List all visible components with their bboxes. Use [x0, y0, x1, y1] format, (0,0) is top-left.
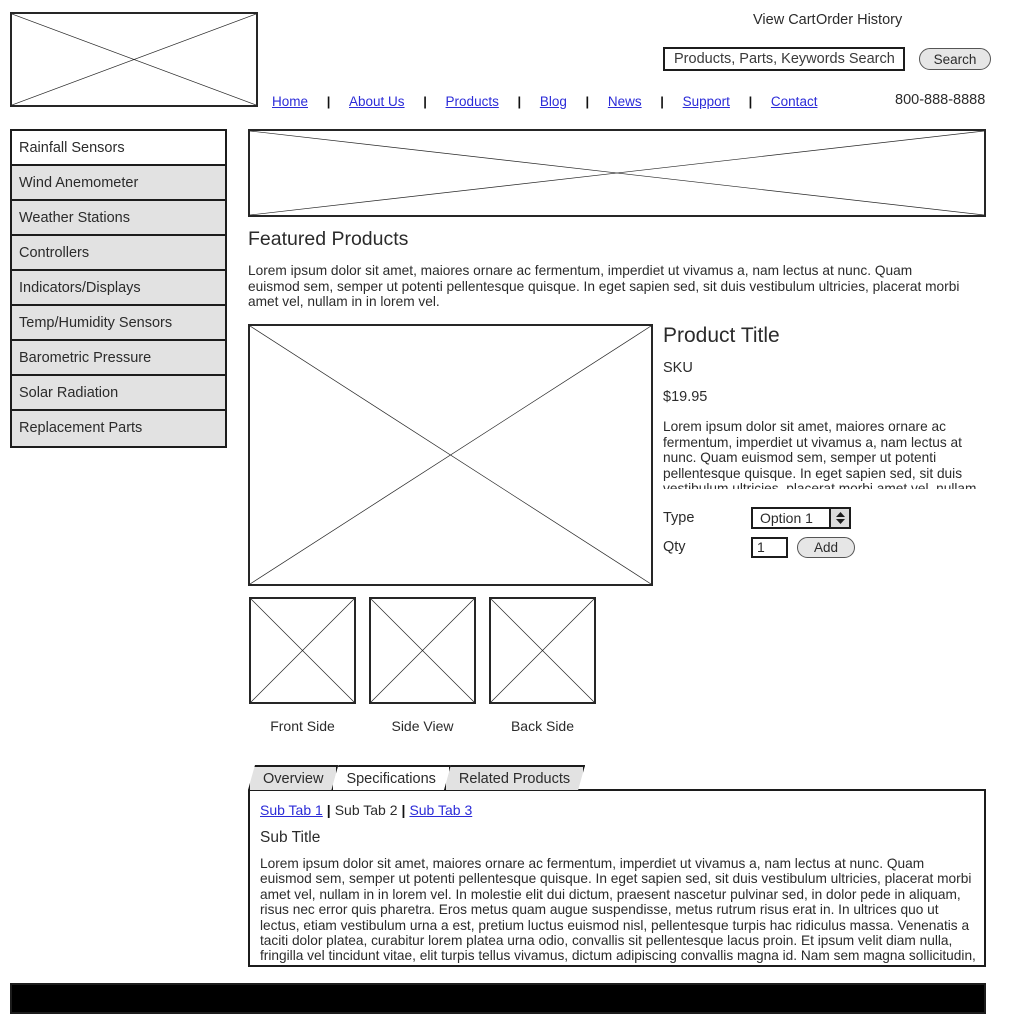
qty-input[interactable] — [751, 536, 788, 558]
thumbnail-caption: Back Side — [510, 718, 575, 734]
page-root: View Cart Order History Search Home | Abou… — [0, 0, 1019, 1014]
logo-placeholder[interactable] — [10, 12, 258, 107]
sidebar-item-replacement-parts[interactable]: Replacement Parts — [12, 411, 225, 446]
tab-body-text: Lorem ipsum dolor sit amet, maiores orna… — [260, 856, 976, 965]
tab-overview[interactable]: Overview — [248, 765, 338, 790]
sub-tab-separator: | — [326, 802, 331, 818]
product-description: Lorem ipsum dolor sit amet, maiores orna… — [663, 419, 977, 489]
sidebar-item-barometric-pressure[interactable]: Barometric Pressure — [12, 341, 225, 376]
tab-specifications[interactable]: Specifications — [331, 765, 450, 790]
tab-panel: Sub Tab 1 | Sub Tab 2 | Sub Tab 3 Sub Title … — [248, 789, 986, 967]
product-options: Type Option 1 Qty Add — [663, 505, 986, 563]
thumbnail-caption: Front Side — [270, 718, 335, 734]
footer-bar — [10, 983, 986, 1014]
search-input[interactable] — [663, 47, 905, 71]
sub-title: Sub Title — [260, 829, 321, 846]
thumbnail-caption: Side View — [391, 718, 454, 734]
sidebar-item-indicators-displays[interactable]: Indicators/Displays — [12, 271, 225, 306]
nav-link-products[interactable]: Products — [446, 94, 499, 109]
sub-tab-sub-tab-2[interactable]: Sub Tab 2 — [335, 802, 398, 818]
nav-link-about-us[interactable]: About Us — [349, 94, 405, 109]
thumbnail-placeholder[interactable] — [489, 597, 596, 704]
type-select-value: Option 1 — [760, 510, 813, 526]
product-title: Product Title — [663, 324, 780, 347]
nav-link-contact[interactable]: Contact — [771, 94, 818, 109]
nav-separator: | — [517, 93, 522, 109]
type-select[interactable]: Option 1 — [751, 507, 851, 529]
product-sku: SKU — [663, 360, 693, 376]
tab-strip: Overview Specifications Related Products — [248, 765, 578, 790]
sub-tab-sub-tab-3[interactable]: Sub Tab 3 — [409, 802, 472, 818]
nav-link-blog[interactable]: Blog — [540, 94, 567, 109]
sidebar-item-wind-anemometer[interactable]: Wind Anemometer — [12, 166, 225, 201]
type-label: Type — [663, 510, 695, 526]
sidebar-item-rainfall-sensors[interactable]: Rainfall Sensors — [12, 131, 225, 166]
nav-separator: | — [585, 93, 590, 109]
tab-related-products[interactable]: Related Products — [444, 765, 585, 790]
thumbnail-placeholder[interactable] — [369, 597, 476, 704]
sidebar-item-temp-humidity-sensors[interactable]: Temp/Humidity Sensors — [12, 306, 225, 341]
category-sidebar: Rainfall Sensors Wind Anemometer Weather S… — [10, 129, 227, 448]
featured-products-text: Lorem ipsum dolor sit amet, maiores orna… — [248, 263, 960, 309]
qty-option-row: Qty Add — [663, 534, 986, 560]
sidebar-item-weather-stations[interactable]: Weather Stations — [12, 201, 225, 236]
banner-placeholder[interactable] — [248, 129, 986, 217]
search-button[interactable]: Search — [919, 48, 991, 70]
order-history-link[interactable]: Order History — [816, 12, 902, 28]
chevron-updown-icon[interactable] — [829, 509, 849, 527]
nav-separator: | — [423, 93, 427, 109]
type-option-row: Type Option 1 — [663, 505, 986, 531]
thumbnail-placeholder[interactable] — [249, 597, 356, 704]
product-info-panel: Product Title SKU $19.95 Lorem ipsum dol… — [663, 324, 986, 489]
view-cart-link[interactable]: View Cart — [753, 12, 816, 28]
product-image-placeholder[interactable] — [248, 324, 653, 586]
nav-link-news[interactable]: News — [608, 94, 642, 109]
sub-tab-sub-tab-1[interactable]: Sub Tab 1 — [260, 802, 323, 818]
nav-link-home[interactable]: Home — [272, 94, 308, 109]
product-price: $19.95 — [663, 389, 708, 405]
add-to-cart-button[interactable]: Add — [797, 536, 855, 558]
main-navigation: Home | About Us | Products | Blog | News | Support… — [272, 92, 817, 110]
phone-number: 800-888-8888 — [895, 92, 986, 108]
nav-separator: | — [748, 93, 753, 109]
nav-separator: | — [326, 93, 331, 109]
sub-tab-strip: Sub Tab 1 | Sub Tab 2 | Sub Tab 3 — [260, 802, 472, 818]
sub-tab-separator: | — [401, 802, 406, 818]
nav-separator: | — [660, 93, 664, 109]
nav-link-support[interactable]: Support — [683, 94, 730, 109]
sidebar-item-solar-radiation[interactable]: Solar Radiation — [12, 376, 225, 411]
featured-products-heading: Featured Products — [248, 228, 409, 250]
sidebar-item-controllers[interactable]: Controllers — [12, 236, 225, 271]
qty-label: Qty — [663, 539, 686, 555]
